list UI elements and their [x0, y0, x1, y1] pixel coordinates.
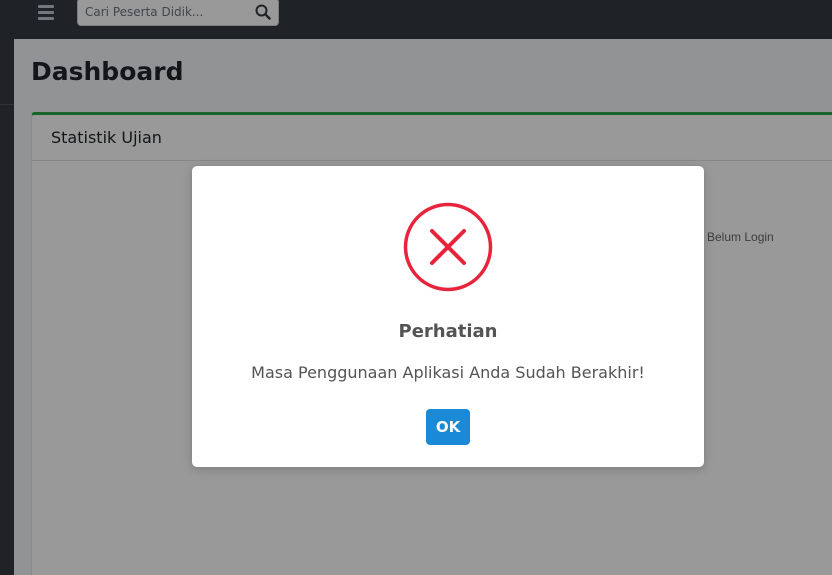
ok-button[interactable]: OK: [426, 409, 470, 445]
error-x-icon: [403, 202, 493, 292]
alert-dialog: Perhatian Masa Penggunaan Aplikasi Anda …: [192, 166, 704, 467]
dialog-message: Masa Penggunaan Aplikasi Anda Sudah Bera…: [251, 363, 645, 382]
dialog-title: Perhatian: [398, 321, 498, 342]
